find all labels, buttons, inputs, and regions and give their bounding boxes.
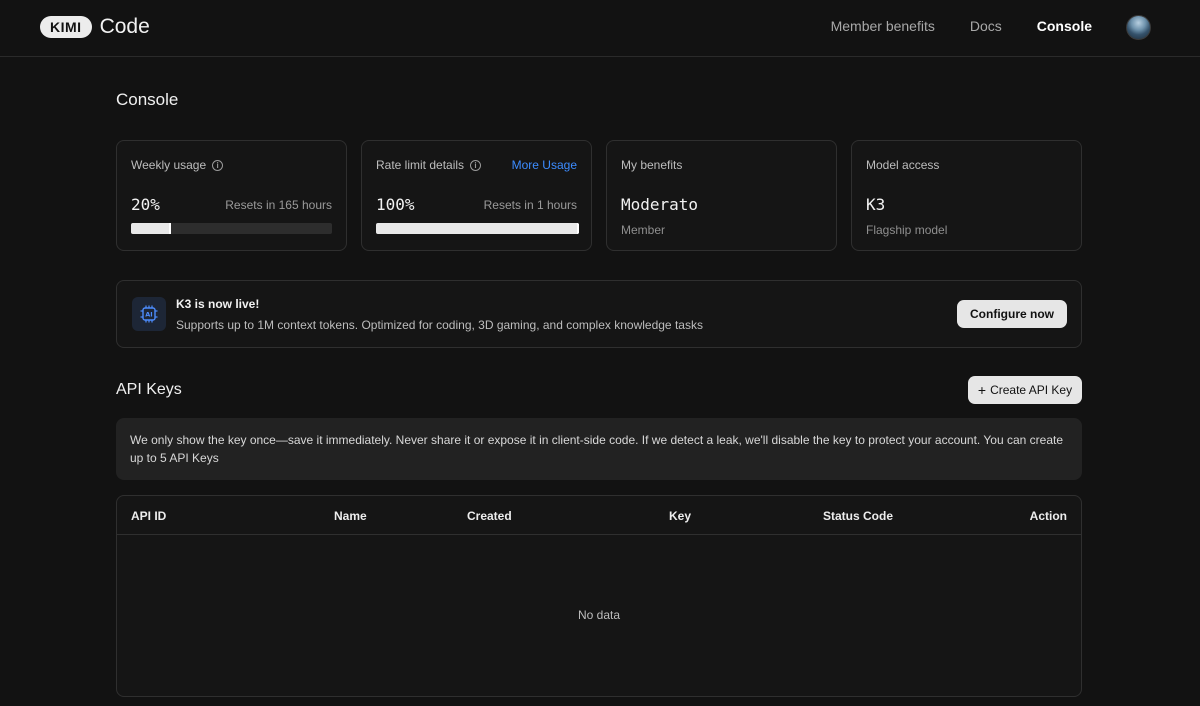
my-benefits-card: My benefits Moderato Member <box>606 140 837 251</box>
ai-chip-icon: AI <box>132 297 166 331</box>
create-api-key-button[interactable]: + Create API Key <box>968 376 1082 404</box>
col-status-code: Status Code <box>823 509 894 523</box>
my-benefits-label: My benefits <box>621 158 683 172</box>
col-action: Action <box>1029 509 1067 523</box>
rate-limit-label-row: Rate limit details i <box>376 158 482 172</box>
plan-name: Moderato <box>621 195 699 214</box>
table-header: API ID Name Created Key Status Code Acti… <box>117 496 1081 535</box>
weekly-usage-label: Weekly usage <box>131 158 207 172</box>
more-usage-link[interactable]: More Usage <box>512 158 577 172</box>
rate-limit-card: Rate limit details i More Usage 100% Res… <box>361 140 592 251</box>
configure-now-button[interactable]: Configure now <box>957 300 1067 328</box>
api-key-notice: We only show the key once—save it immedi… <box>116 418 1082 480</box>
logo-text: Code <box>99 15 150 38</box>
rate-limit-progress-bar <box>376 223 579 234</box>
weekly-usage-progress-bar <box>131 223 332 234</box>
plan-tier: Member <box>621 223 666 237</box>
model-name: K3 <box>866 195 886 214</box>
rate-limit-value: 100% <box>376 195 415 214</box>
weekly-usage-reset: Resets in 165 hours <box>225 198 332 212</box>
weekly-usage-progress-fill <box>131 223 172 234</box>
nav-member-benefits[interactable]: Member benefits <box>831 18 935 34</box>
empty-state: No data <box>577 608 621 622</box>
top-navigation-bar: KIMI Code Member benefits Docs Console <box>0 0 1200 57</box>
page-title: Console <box>116 90 179 109</box>
plus-icon: + <box>977 382 987 398</box>
col-api-id: API ID <box>131 509 167 523</box>
weekly-usage-card: Weekly usage i 20% Resets in 165 hours <box>116 140 347 251</box>
rate-limit-label: Rate limit details <box>376 158 465 172</box>
col-key: Key <box>669 509 692 523</box>
weekly-usage-value: 20% <box>131 195 160 214</box>
info-icon[interactable]: i <box>212 159 224 171</box>
model-access-card: Model access K3 Flagship model <box>851 140 1082 251</box>
api-keys-title: API Keys <box>116 381 182 398</box>
weekly-usage-label-row: Weekly usage i <box>131 158 224 172</box>
chip-icon-text: AI <box>145 311 152 319</box>
logo[interactable]: KIMI Code <box>40 15 150 39</box>
nav-docs[interactable]: Docs <box>970 18 1002 34</box>
rate-limit-progress-fill <box>376 223 579 234</box>
create-api-key-label: Create API Key <box>990 383 1073 397</box>
model-description: Flagship model <box>866 223 948 237</box>
col-name: Name <box>334 509 367 523</box>
main-nav: Member benefits Docs Console <box>831 18 1092 34</box>
model-access-label: Model access <box>866 158 940 172</box>
logo-mark: KIMI <box>40 16 92 38</box>
nav-console[interactable]: Console <box>1037 18 1092 34</box>
banner-description: Supports up to 1M context tokens. Optimi… <box>176 318 703 332</box>
rate-limit-reset: Resets in 1 hours <box>483 198 577 212</box>
api-keys-table: API ID Name Created Key Status Code Acti… <box>116 495 1082 697</box>
k3-announcement-banner: AI K3 is now live! Supports up to 1M con… <box>116 280 1082 348</box>
col-created: Created <box>467 509 512 523</box>
info-icon[interactable]: i <box>470 159 482 171</box>
banner-title: K3 is now live! <box>176 297 260 311</box>
user-avatar[interactable] <box>1126 15 1151 40</box>
